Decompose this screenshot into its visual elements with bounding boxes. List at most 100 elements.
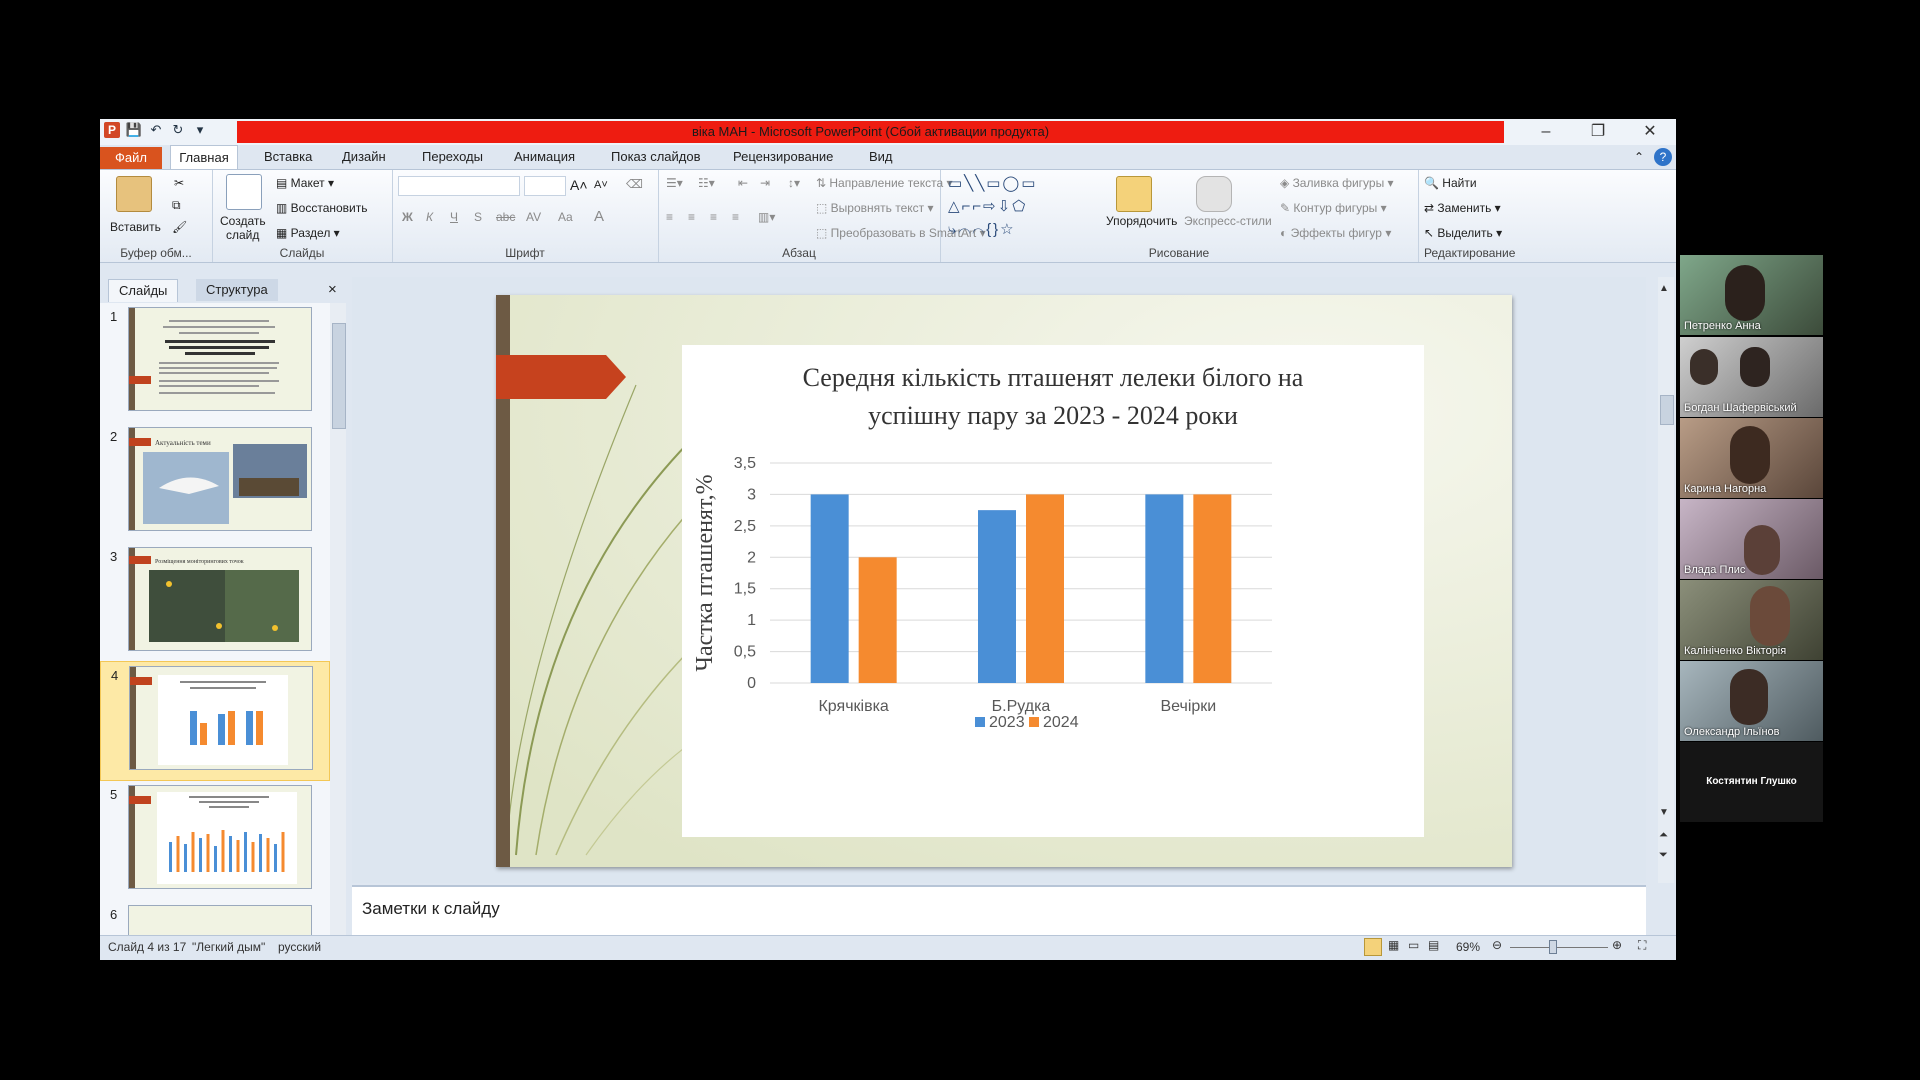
copy-icon[interactable]: ⧉ bbox=[172, 198, 181, 213]
numbering-icon[interactable]: ☷▾ bbox=[698, 176, 715, 190]
thumbnails-scroll-thumb[interactable] bbox=[332, 323, 346, 429]
minimize-icon[interactable]: – bbox=[1520, 119, 1572, 145]
grow-font-icon[interactable]: A˄ bbox=[570, 177, 588, 193]
help-icon[interactable]: ? bbox=[1654, 148, 1672, 166]
find-button[interactable]: 🔍 Найти bbox=[1424, 176, 1477, 190]
tab-animation[interactable]: Анимация bbox=[514, 145, 575, 169]
editor-scroll-thumb[interactable] bbox=[1660, 395, 1674, 425]
text-direction-button[interactable]: ⇅ Направление текста ▾ bbox=[816, 176, 953, 190]
shape-effects-button[interactable]: ◐ Эффекты фигур ▾ bbox=[1280, 226, 1391, 240]
reset-button[interactable]: ▥ Восстановить bbox=[276, 201, 368, 215]
current-slide[interactable]: Середня кількість пташенят лелеки білого… bbox=[496, 295, 1512, 867]
zoom-out-icon[interactable]: ⊖ bbox=[1492, 938, 1502, 952]
char-spacing-button[interactable]: AV bbox=[526, 210, 541, 224]
thumbnail-row[interactable]: 2 Актуальність теми bbox=[100, 423, 328, 541]
tab-review[interactable]: Рецензирование bbox=[733, 145, 833, 169]
reading-view-icon[interactable]: ▭ bbox=[1408, 938, 1419, 952]
align-text-button[interactable]: ⬚ Выровнять текст ▾ bbox=[816, 201, 934, 215]
new-slide-icon[interactable] bbox=[226, 174, 262, 210]
redo-icon[interactable]: ↻ bbox=[170, 122, 186, 138]
arrange-icon[interactable] bbox=[1116, 176, 1152, 212]
zoom-level[interactable]: 69% bbox=[1456, 940, 1480, 954]
clear-format-icon[interactable]: ⌫ bbox=[626, 177, 643, 191]
thumbnails-scrollbar[interactable] bbox=[330, 303, 346, 935]
scroll-up-icon[interactable]: ▲ bbox=[1659, 283, 1669, 294]
next-slide-icon[interactable]: ⏷ bbox=[1659, 849, 1668, 862]
justify-icon[interactable]: ≡ bbox=[732, 210, 739, 224]
participant-tile[interactable]: Петренко Анна bbox=[1680, 255, 1823, 335]
line-spacing-icon[interactable]: ↕▾ bbox=[788, 176, 800, 190]
slide-sorter-icon[interactable]: ▦ bbox=[1388, 938, 1399, 952]
slide-thumbnail[interactable] bbox=[128, 905, 312, 935]
chart[interactable]: Середня кількість пташенят лелеки білого… bbox=[682, 345, 1424, 837]
thumbnail-row[interactable]: 6 bbox=[100, 901, 328, 935]
quick-styles-button[interactable]: Экспресс-стили bbox=[1184, 214, 1272, 228]
normal-view-icon[interactable] bbox=[1364, 938, 1382, 956]
bullets-icon[interactable]: ☰▾ bbox=[666, 176, 683, 190]
theme-name[interactable]: "Легкий дым" bbox=[192, 940, 265, 954]
shadow-button[interactable]: S bbox=[474, 210, 482, 224]
thumbnail-row[interactable]: 3 Розміщення моніторингових точок bbox=[100, 543, 328, 661]
change-case-button[interactable]: Aa bbox=[558, 210, 573, 224]
slide-thumbnail[interactable] bbox=[129, 666, 313, 770]
tab-home[interactable]: Главная bbox=[170, 145, 238, 170]
slide-thumbnail[interactable]: Розміщення моніторингових точок bbox=[128, 547, 312, 651]
arrange-button[interactable]: Упорядочить bbox=[1106, 214, 1177, 228]
thumbnail-row-selected[interactable]: 4 bbox=[100, 661, 330, 781]
restore-icon[interactable]: ❐ bbox=[1572, 119, 1624, 145]
paste-icon[interactable] bbox=[116, 176, 152, 212]
slideshow-view-icon[interactable]: ▤ bbox=[1428, 938, 1439, 952]
thumbnail-row[interactable]: 1 bbox=[100, 303, 328, 421]
italic-button[interactable]: К bbox=[426, 210, 433, 224]
notes-placeholder[interactable]: Заметки к слайду bbox=[362, 899, 500, 919]
minimize-ribbon-icon[interactable]: ⌃ bbox=[1634, 145, 1644, 169]
tab-slides-panel[interactable]: Слайды bbox=[108, 279, 179, 302]
new-slide-button-line1[interactable]: Создать bbox=[220, 214, 266, 228]
zoom-slider-thumb[interactable] bbox=[1549, 940, 1557, 954]
align-center-icon[interactable]: ≡ bbox=[688, 210, 695, 224]
participant-tile[interactable]: Богдан Шафервіський bbox=[1680, 337, 1823, 417]
shrink-font-icon[interactable]: A˅ bbox=[594, 179, 608, 191]
tab-view[interactable]: Вид bbox=[869, 145, 893, 169]
close-icon[interactable]: ✕ bbox=[1624, 119, 1676, 145]
align-right-icon[interactable]: ≡ bbox=[710, 210, 717, 224]
replace-button[interactable]: ⇄ Заменить ▾ bbox=[1424, 201, 1501, 215]
powerpoint-logo-icon[interactable]: P bbox=[104, 122, 120, 138]
tab-design[interactable]: Дизайн bbox=[342, 145, 386, 169]
font-size-select[interactable] bbox=[524, 176, 566, 196]
language-indicator[interactable]: русский bbox=[278, 940, 321, 954]
participant-tile[interactable]: Карина Нагорна bbox=[1680, 418, 1823, 498]
thumbnail-row[interactable]: 5 bbox=[100, 781, 328, 899]
font-color-button[interactable]: A bbox=[594, 208, 604, 225]
slide-thumbnail[interactable] bbox=[128, 785, 312, 889]
undo-icon[interactable]: ↶ bbox=[148, 122, 164, 138]
tab-file[interactable]: Файл bbox=[100, 147, 162, 169]
tab-insert[interactable]: Вставка bbox=[264, 145, 312, 169]
tab-transitions[interactable]: Переходы bbox=[422, 145, 483, 169]
underline-button[interactable]: Ч bbox=[450, 210, 458, 224]
shapes-gallery[interactable]: ▭╲╲▭◯▭ △⌐⌐⇨⇩⬠ ⤷⌒⌒{}☆ bbox=[948, 172, 1098, 242]
section-button[interactable]: ▦ Раздел ▾ bbox=[276, 226, 340, 240]
participant-tile[interactable]: Костянтин Глушко bbox=[1680, 742, 1823, 822]
participant-tile[interactable]: Влада Плис bbox=[1680, 499, 1823, 579]
strikethrough-button[interactable]: abc bbox=[496, 210, 515, 224]
tab-slideshow[interactable]: Показ слайдов bbox=[611, 145, 701, 169]
layout-button[interactable]: ▤ Макет ▾ bbox=[276, 176, 334, 190]
cut-icon[interactable]: ✂ bbox=[174, 176, 184, 190]
columns-icon[interactable]: ▥▾ bbox=[758, 210, 775, 224]
participant-tile[interactable]: Олександр Ільїнов bbox=[1680, 661, 1823, 741]
align-left-icon[interactable]: ≡ bbox=[666, 210, 673, 224]
participant-tile[interactable]: Калініченко Вікторія bbox=[1680, 580, 1823, 660]
customize-qat-icon[interactable]: ▾ bbox=[192, 122, 208, 138]
shape-fill-button[interactable]: ◈ Заливка фигуры ▾ bbox=[1280, 176, 1394, 190]
tab-outline-panel[interactable]: Структура bbox=[196, 279, 278, 301]
decrease-indent-icon[interactable]: ⇤ bbox=[738, 176, 748, 190]
select-button[interactable]: ↖ Выделить ▾ bbox=[1424, 226, 1502, 240]
previous-slide-icon[interactable]: ⏶ bbox=[1659, 829, 1668, 842]
editor-scrollbar[interactable]: ▲ ▼ ⏶ ⏷ bbox=[1658, 277, 1674, 883]
increase-indent-icon[interactable]: ⇥ bbox=[760, 176, 770, 190]
scroll-down-icon[interactable]: ▼ bbox=[1659, 807, 1669, 818]
save-icon[interactable]: 💾 bbox=[126, 122, 142, 138]
close-panel-icon[interactable]: × bbox=[318, 279, 347, 301]
format-painter-icon[interactable]: 🖌 bbox=[172, 220, 187, 234]
